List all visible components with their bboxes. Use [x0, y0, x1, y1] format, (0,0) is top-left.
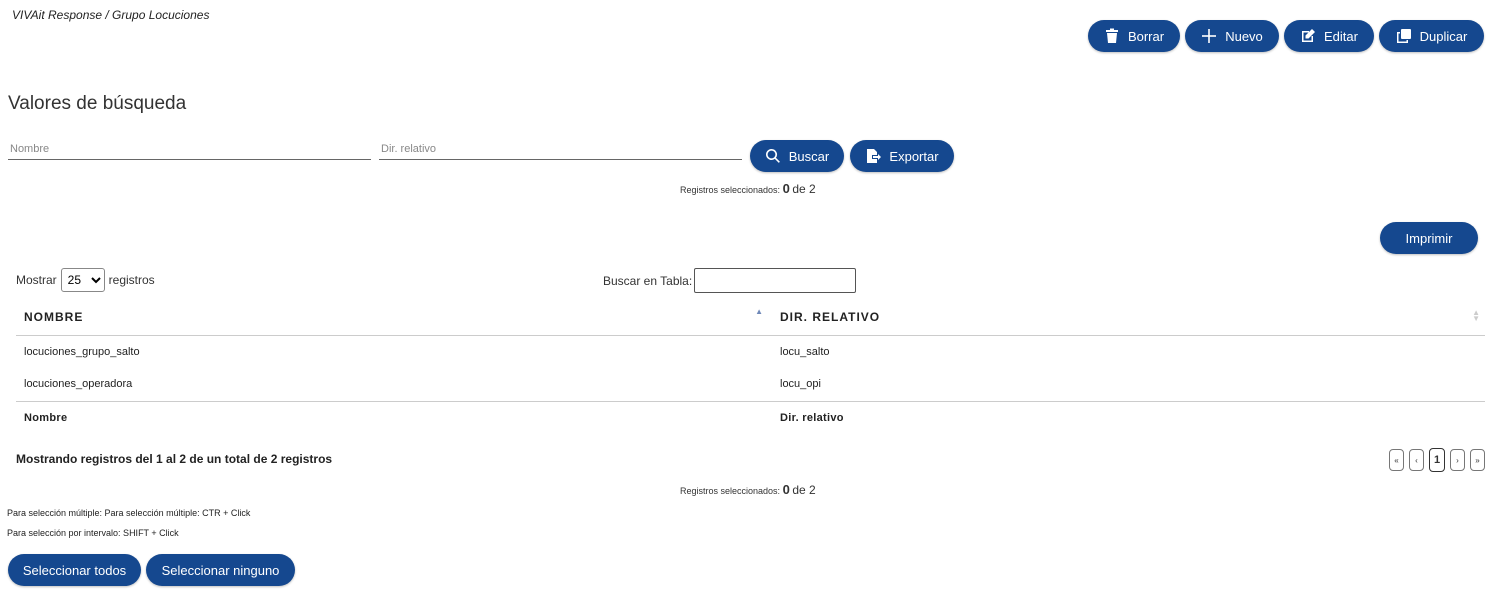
data-table: NOMBRE ▲ DIR. RELATIVO ▲ ▼ locuciones_gru…	[16, 300, 1485, 435]
table-cell: locuciones_grupo_salto	[24, 345, 140, 358]
first-page-button[interactable]: «	[1389, 449, 1404, 471]
selected-records-bottom: Registros seleccionados: 0 de 2	[680, 482, 816, 497]
table-filter-input[interactable]	[694, 268, 857, 293]
table-row[interactable]: locuciones_grupo_salto locu_salto	[16, 335, 1485, 368]
page-length-suffix: registros	[108, 273, 155, 287]
copy-icon	[1396, 29, 1411, 43]
nombre-input[interactable]	[8, 138, 371, 159]
page-length-control: Mostrar 25 registros	[16, 268, 155, 292]
new-button-label: Nuevo	[1225, 28, 1263, 44]
breadcrumb: VIVAit Response / Grupo Locuciones	[12, 8, 210, 22]
page-length-label: Mostrar	[16, 273, 57, 287]
selected-records-top: Registros seleccionados: 0 de 2	[680, 181, 816, 196]
selected-records-count: 0	[782, 482, 790, 497]
plus-icon	[1202, 29, 1217, 43]
select-none-button[interactable]: Seleccionar ninguno	[146, 554, 295, 586]
table-info: Mostrando registros del 1 al 2 de un tot…	[16, 452, 333, 466]
column-header-nombre[interactable]: NOMBRE ▲	[16, 300, 772, 336]
export-button[interactable]: Exportar	[850, 140, 954, 172]
file-export-icon	[867, 149, 882, 163]
column-header-dir-relativo[interactable]: DIR. RELATIVO ▲ ▼	[772, 300, 1485, 336]
table-header-row: NOMBRE ▲ DIR. RELATIVO ▲ ▼	[16, 300, 1485, 336]
multiple-selection-hint: Para selección múltiple: Para selección …	[7, 508, 251, 518]
last-page-button[interactable]: »	[1470, 449, 1485, 471]
column-footer-dir-relativo: Dir. relativo	[772, 400, 1485, 435]
trash-icon	[1105, 28, 1118, 43]
table-footer-row: Nombre Dir. relativo	[16, 400, 1485, 435]
column-footer-nombre: Nombre	[16, 400, 772, 435]
delete-button[interactable]: Borrar	[1088, 20, 1180, 52]
duplicate-button[interactable]: Duplicar	[1379, 20, 1484, 52]
table-cell: locu_opi	[780, 378, 821, 391]
delete-button-label: Borrar	[1127, 28, 1165, 44]
sort-both-icon: ▲ ▼	[1472, 308, 1481, 323]
selected-records-count: 0	[782, 181, 790, 196]
previous-page-button[interactable]: ‹	[1409, 449, 1424, 471]
selected-records-total: de 2	[792, 182, 816, 196]
dir-relativo-input[interactable]	[379, 138, 742, 159]
selected-records-total: de 2	[792, 483, 816, 497]
pagination: « ‹ 1 › »	[1389, 448, 1485, 472]
edit-button[interactable]: Editar	[1284, 20, 1374, 52]
new-button[interactable]: Nuevo	[1185, 20, 1279, 52]
print-button[interactable]: Imprimir	[1380, 222, 1478, 254]
table-filter-control: Buscar en Tabla:	[603, 268, 857, 293]
table-row[interactable]: locuciones_operadora locu_opi	[16, 368, 1485, 401]
duplicate-button-label: Duplicar	[1419, 28, 1468, 44]
sort-ascending-icon: ▲	[755, 307, 764, 316]
interval-selection-hint: Para selección por intervalo: SHIFT + Cl…	[7, 528, 179, 538]
edit-button-label: Editar	[1324, 28, 1358, 44]
search-icon	[765, 149, 780, 163]
table-filter-label: Buscar en Tabla:	[603, 273, 693, 288]
nombre-field[interactable]	[8, 138, 371, 160]
search-button-label: Buscar	[788, 148, 830, 164]
table-cell: locuciones_operadora	[24, 378, 133, 391]
page-length-select[interactable]: 25	[60, 268, 105, 292]
export-button-label: Exportar	[889, 148, 939, 164]
select-all-button[interactable]: Seleccionar todos	[8, 554, 141, 586]
search-section-title: Valores de búsqueda	[8, 93, 187, 114]
column-header-label: NOMBRE	[24, 310, 84, 325]
search-button[interactable]: Buscar	[750, 140, 844, 172]
next-page-button[interactable]: ›	[1450, 449, 1465, 471]
edit-icon	[1302, 29, 1316, 42]
page-1-button[interactable]: 1	[1429, 448, 1445, 472]
dir-relativo-field[interactable]	[379, 138, 742, 160]
column-header-label: DIR. RELATIVO	[780, 310, 881, 325]
table-cell: locu_salto	[780, 345, 830, 358]
selected-records-label: Registros seleccionados:	[680, 486, 781, 496]
selected-records-label: Registros seleccionados:	[680, 185, 781, 195]
